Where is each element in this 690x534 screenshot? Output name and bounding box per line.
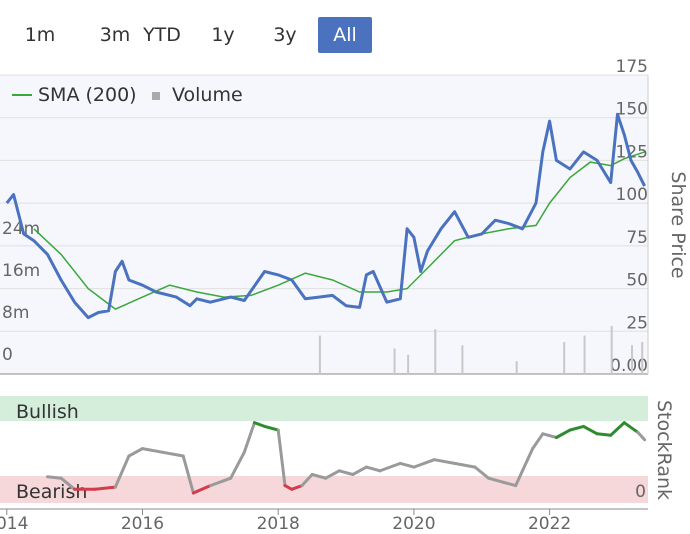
volume-bar (434, 329, 437, 374)
volume-tick-label: 8m (2, 303, 29, 323)
y-tick-label: 75 (626, 228, 648, 248)
rank-axis-title: StockRank (653, 400, 675, 500)
y-tick-label: 175 (616, 57, 648, 77)
stock-chart: 0.0025507510012515017508m16m24m Share Pri… (0, 57, 689, 534)
x-tick-label: 2018 (257, 514, 300, 534)
volume-bar (583, 335, 586, 374)
rank-segment (595, 432, 613, 437)
y-axis-title: Share Price (667, 171, 689, 278)
volume-bar (563, 342, 566, 374)
x-tick-label: 2022 (528, 514, 571, 534)
volume-bar (393, 348, 396, 374)
x-tick-label: 2020 (392, 514, 435, 534)
legend-volume-swatch (152, 92, 160, 100)
y-tick-label: 100 (616, 185, 648, 205)
y-tick-label: 50 (626, 271, 648, 291)
volume-bar (407, 354, 410, 374)
y-tick-label: 25 (626, 313, 648, 333)
rank-tick-label: 0 (635, 482, 646, 502)
plot-background (0, 75, 648, 374)
volume-bar (318, 335, 321, 374)
volume-bar (461, 345, 464, 374)
legend-sma-label: SMA (200) (38, 84, 137, 106)
volume-tick-label: 16m (2, 261, 40, 281)
legend-volume-label: Volume (172, 84, 243, 106)
volume-bar (631, 345, 634, 374)
volume-bar (515, 361, 518, 374)
x-tick-label: 2014 (0, 514, 28, 534)
rank-segment (45, 475, 63, 480)
bearish-label: Bearish (16, 481, 87, 503)
volume-tick-label: 0 (2, 345, 13, 365)
volume-bar (610, 326, 613, 374)
volume-bar (641, 342, 644, 374)
y-tick-label: 150 (616, 100, 648, 120)
x-tick-label: 2016 (121, 514, 164, 534)
bullish-label: Bullish (16, 401, 79, 423)
bullish-band (0, 396, 648, 421)
